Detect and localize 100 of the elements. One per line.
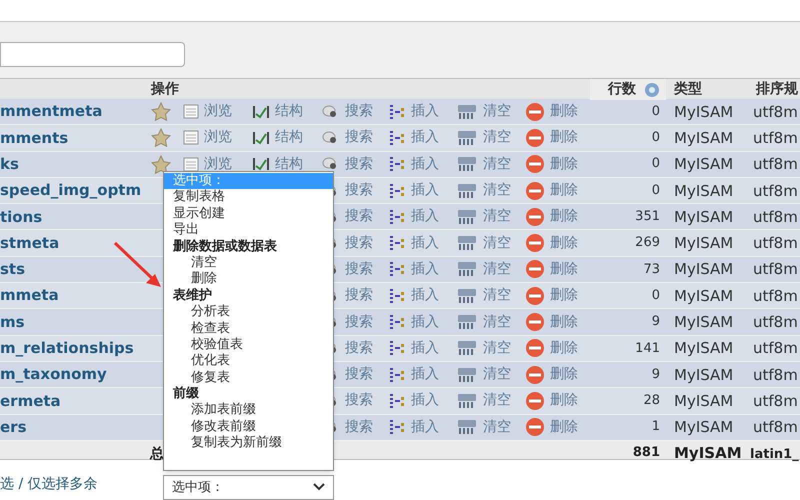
action-link[interactable]: 搜索: [345, 285, 373, 306]
table-name-link[interactable]: ks: [0, 152, 148, 176]
table-name-link[interactable]: mmentmeta: [0, 100, 148, 123]
action-link[interactable]: 搜索: [345, 364, 373, 386]
help-icon[interactable]: [644, 82, 660, 98]
action-link[interactable]: 搜索: [345, 154, 373, 175]
table-name-link[interactable]: speed_img_optm: [0, 179, 148, 202]
action-link[interactable]: 删除: [550, 206, 578, 228]
action-link[interactable]: 搜索: [345, 258, 373, 280]
action-link[interactable]: 删除: [550, 101, 578, 122]
table-name-link[interactable]: m_taxonomy: [0, 363, 148, 386]
action-link[interactable]: 清空: [483, 338, 511, 359]
column-header[interactable]: 类型: [674, 79, 702, 100]
menu-option[interactable]: 选中项：: [164, 173, 333, 190]
action-link[interactable]: 清空: [483, 154, 511, 175]
action-link[interactable]: 插入: [411, 390, 439, 412]
action-link[interactable]: 搜索: [345, 416, 373, 438]
bulk-action-select[interactable]: 选中项：: [163, 474, 334, 500]
menu-option[interactable]: 删除: [164, 271, 333, 288]
engine-type: MyISAM: [674, 155, 734, 174]
action-link[interactable]: 插入: [411, 416, 439, 438]
action-link[interactable]: 搜索: [345, 390, 373, 412]
search-field[interactable]: [0, 42, 185, 67]
action-link[interactable]: 插入: [411, 101, 439, 122]
star-icon[interactable]: [151, 102, 171, 122]
action-link[interactable]: 删除: [550, 338, 578, 359]
menu-option[interactable]: 复制表为新前缀: [164, 435, 333, 452]
action-link[interactable]: 插入: [411, 312, 439, 333]
delete-icon: [525, 102, 545, 122]
shredder-icon: [456, 261, 478, 278]
action-link[interactable]: 删除: [550, 285, 578, 306]
action-link[interactable]: 浏览: [204, 101, 232, 122]
action-link[interactable]: 插入: [411, 127, 439, 148]
menu-option[interactable]: 显示创建: [164, 206, 333, 222]
star-icon[interactable]: [151, 128, 171, 148]
action-link[interactable]: 搜索: [345, 180, 373, 202]
action-link[interactable]: 删除: [550, 127, 578, 148]
action-link[interactable]: 清空: [483, 416, 511, 438]
menu-option[interactable]: 添加表前缀: [164, 402, 333, 419]
action-link[interactable]: 搜索: [345, 232, 373, 254]
action-link[interactable]: 删除: [550, 258, 578, 280]
action-link[interactable]: 清空: [483, 232, 511, 254]
action-link[interactable]: 搜索: [345, 206, 373, 228]
action-link[interactable]: 删除: [550, 390, 578, 412]
action-link[interactable]: 清空: [483, 101, 511, 122]
action-link[interactable]: 清空: [483, 285, 511, 306]
table-name-link[interactable]: mments: [0, 126, 148, 150]
table-name-link[interactable]: tions: [0, 206, 148, 228]
table-name-link[interactable]: ermeta: [0, 390, 148, 412]
action-link[interactable]: 搜索: [345, 127, 373, 148]
column-header[interactable]: 排序规: [756, 79, 798, 100]
action-link[interactable]: 清空: [483, 258, 511, 280]
action-link[interactable]: 删除: [550, 364, 578, 386]
action-link[interactable]: 搜索: [345, 338, 373, 359]
action-link[interactable]: 清空: [483, 206, 511, 228]
menu-option[interactable]: 校验值表: [164, 336, 333, 354]
action-link[interactable]: 结构: [275, 154, 303, 175]
menu-option[interactable]: 修改表前缀: [164, 418, 333, 436]
menu-option[interactable]: 导出: [164, 222, 333, 239]
action-link[interactable]: 结构: [275, 101, 303, 122]
action-link[interactable]: 清空: [483, 364, 511, 386]
action-link[interactable]: 清空: [483, 312, 511, 333]
action-link[interactable]: 删除: [550, 416, 578, 438]
action-link[interactable]: 清空: [483, 180, 511, 202]
table-name-link[interactable]: stmeta: [0, 232, 148, 254]
insert-rows-icon: [388, 419, 406, 436]
action-link[interactable]: 结构: [275, 127, 303, 148]
menu-option[interactable]: 复制表格: [164, 189, 333, 206]
action-link[interactable]: 浏览: [204, 127, 232, 148]
table-name-link[interactable]: sts: [0, 258, 148, 281]
action-link[interactable]: 搜索: [345, 101, 373, 122]
table-name-link[interactable]: ers: [0, 416, 148, 438]
action-link[interactable]: 删除: [550, 232, 578, 254]
action-link[interactable]: 插入: [411, 338, 439, 359]
action-link[interactable]: 删除: [550, 312, 578, 333]
menu-option[interactable]: 检查表: [164, 320, 333, 337]
menu-option[interactable]: 优化表: [164, 353, 333, 370]
table-name-link[interactable]: mmeta: [0, 284, 148, 307]
table-name-link[interactable]: ms: [0, 310, 148, 334]
menu-option[interactable]: 分析表: [164, 304, 333, 321]
action-link[interactable]: 浏览: [204, 154, 232, 175]
action-link[interactable]: 清空: [483, 390, 511, 412]
action-link[interactable]: 插入: [411, 364, 439, 386]
action-link[interactable]: 插入: [411, 206, 439, 228]
action-link[interactable]: 插入: [411, 180, 439, 202]
action-link[interactable]: 插入: [411, 258, 439, 280]
column-header[interactable]: 操作: [151, 79, 179, 100]
menu-option[interactable]: 修复表: [164, 370, 333, 386]
action-link[interactable]: 插入: [411, 285, 439, 306]
check-all-links[interactable]: 选 / 仅选择多余: [0, 466, 163, 495]
action-link[interactable]: 搜索: [345, 312, 373, 333]
row-count: 28: [643, 392, 660, 410]
action-link[interactable]: 删除: [550, 154, 578, 175]
table-name-link[interactable]: m_relationships: [0, 337, 148, 360]
action-link[interactable]: 删除: [550, 180, 578, 202]
star-icon[interactable]: [151, 154, 171, 174]
menu-option[interactable]: 清空: [164, 254, 333, 272]
action-link[interactable]: 清空: [483, 127, 511, 148]
action-link[interactable]: 插入: [411, 232, 439, 254]
action-link[interactable]: 插入: [411, 154, 439, 175]
